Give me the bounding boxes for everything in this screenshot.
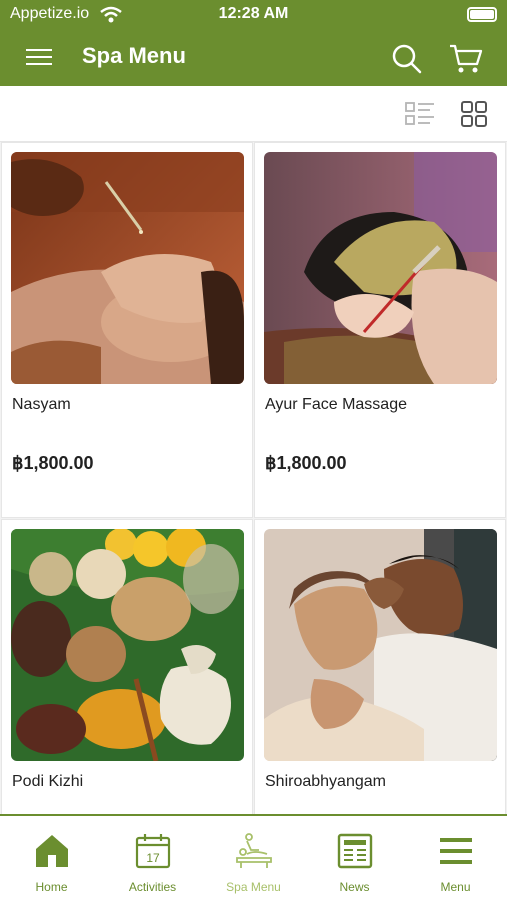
product-grid: Nasyam ฿1,800.00 Ayur Face Massage ฿1,80… (0, 142, 507, 814)
product-card-shiroabhyangam[interactable]: Shiroabhyangam (254, 519, 506, 814)
newspaper-icon (337, 833, 373, 869)
tab-label: Spa Menu (226, 880, 281, 894)
tab-home[interactable]: Home (1, 816, 102, 900)
product-name: Nasyam (12, 396, 71, 413)
hamburger-line (26, 63, 52, 65)
search-icon[interactable] (390, 42, 424, 76)
product-image (264, 152, 497, 384)
product-price: ฿1,800.00 (12, 453, 94, 473)
page-title: Spa Menu (82, 43, 186, 68)
product-image (264, 529, 497, 761)
tab-menu[interactable]: Menu (405, 816, 506, 900)
calendar-icon: 17 (135, 834, 171, 869)
tab-news[interactable]: News (304, 816, 405, 900)
hamburger-icon (440, 838, 472, 864)
tab-label: News (339, 880, 370, 894)
product-name: Shiroabhyangam (265, 773, 386, 790)
oil-drop-nasal-treatment-image (11, 152, 244, 384)
cart-icon[interactable] (448, 42, 484, 76)
bottom-tab-bar: Home 17 Activities Spa Menu News Menu (0, 814, 507, 900)
tab-spa-menu[interactable]: Spa Menu (203, 816, 304, 900)
herbal-face-mask-image (264, 152, 497, 384)
hamburger-menu-button[interactable] (22, 44, 56, 72)
hamburger-line (26, 49, 52, 51)
status-bar: Appetize.io 12:28 AM (0, 0, 507, 30)
product-image (11, 152, 244, 384)
product-name: Ayur Face Massage (265, 396, 407, 413)
grid-view-icon[interactable] (460, 100, 488, 128)
app-header: Spa Menu (0, 30, 507, 86)
product-card-podi-kizhi[interactable]: Podi Kizhi (1, 519, 253, 814)
view-toolbar (0, 86, 507, 142)
tab-activities[interactable]: 17 Activities (102, 816, 203, 900)
status-time: 12:28 AM (218, 5, 289, 22)
calendar-day: 17 (146, 851, 160, 865)
tab-label: Home (35, 880, 68, 894)
product-card-ayur-face-massage[interactable]: Ayur Face Massage ฿1,800.00 (254, 142, 506, 518)
battery-icon (467, 7, 497, 22)
product-price: ฿1,800.00 (265, 453, 347, 473)
head-massage-image (264, 529, 497, 761)
product-card-nasyam[interactable]: Nasyam ฿1,800.00 (1, 142, 253, 518)
herbs-and-spices-on-leaf-image (11, 529, 244, 761)
tab-label: Activities (128, 880, 177, 894)
home-icon (36, 835, 68, 867)
hamburger-line (26, 56, 52, 58)
product-name: Podi Kizhi (12, 773, 84, 790)
list-view-icon[interactable] (404, 100, 436, 128)
spa-massage-icon (236, 833, 272, 868)
product-image (11, 529, 244, 761)
tab-label: Menu (440, 880, 471, 894)
